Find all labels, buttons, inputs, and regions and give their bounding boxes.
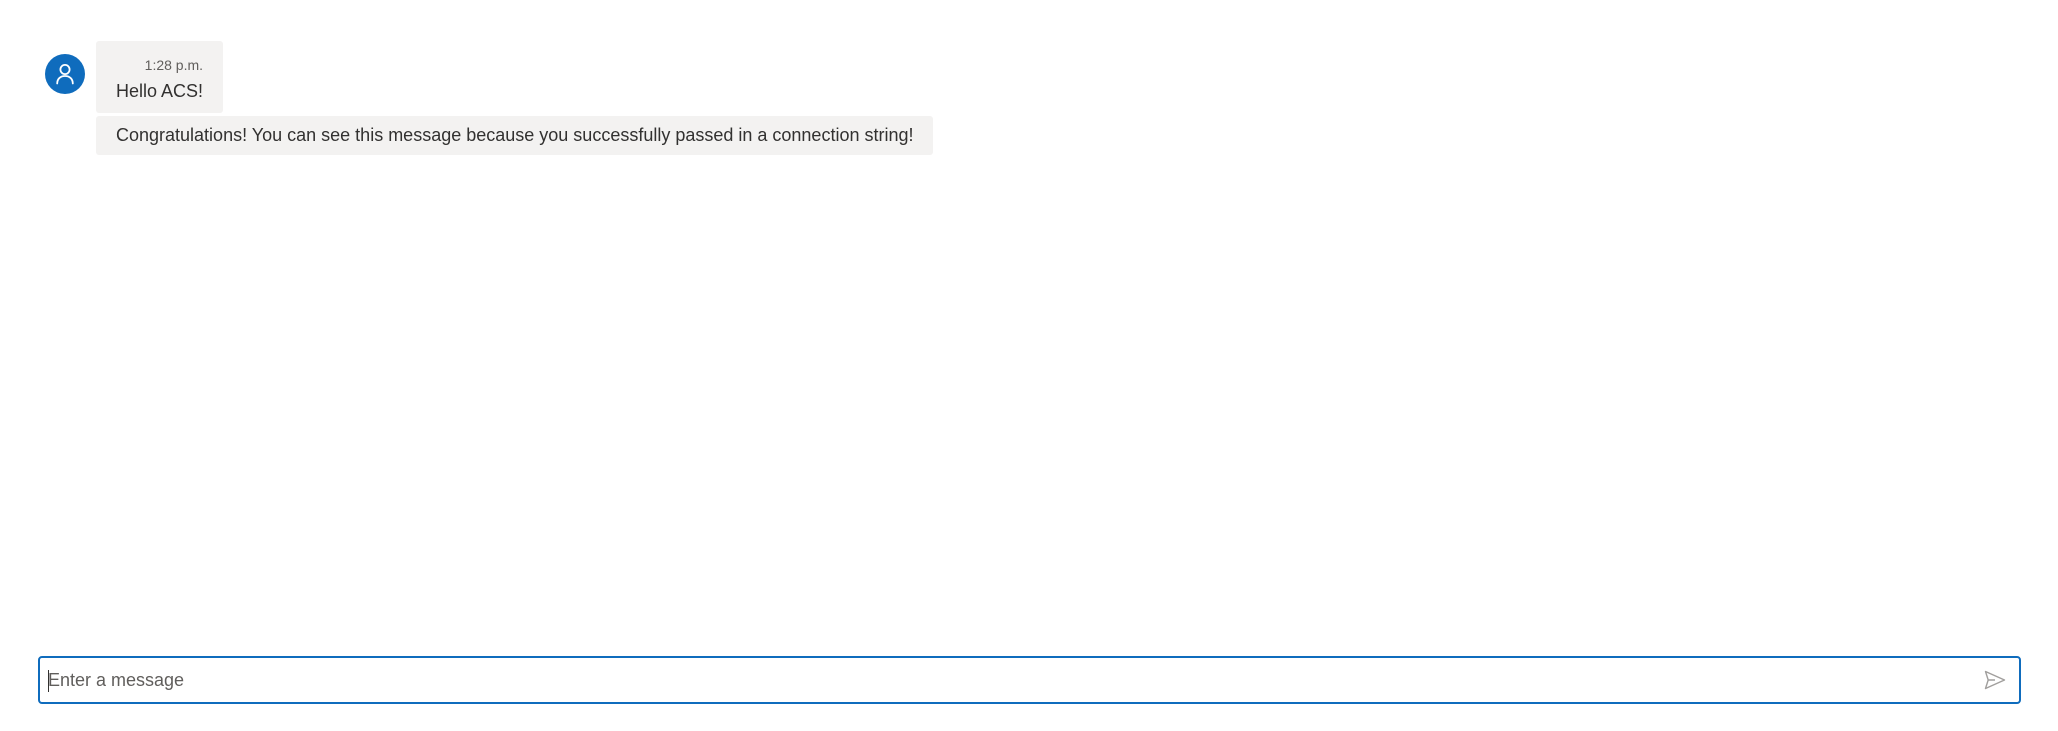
- message-input[interactable]: [40, 658, 1975, 702]
- person-icon: [56, 64, 74, 85]
- message-timestamp: 1:28 p.m.: [144, 57, 204, 73]
- message-composer: [38, 656, 2021, 704]
- chat-thread: 1:28 p.m. Hello ACS! Congratulations! Yo…: [0, 0, 2058, 731]
- chat-message[interactable]: 1:28 p.m. Hello ACS!: [96, 41, 224, 113]
- text-caret: [48, 670, 49, 692]
- avatar: [45, 54, 85, 94]
- chat-message[interactable]: Congratulations! You can see this messag…: [96, 116, 934, 155]
- message-text: Hello ACS!: [116, 81, 204, 101]
- send-button[interactable]: [1975, 660, 2015, 700]
- message-bubbles: 1:28 p.m. Hello ACS! Congratulations! Yo…: [96, 41, 934, 155]
- message-group: 1:28 p.m. Hello ACS! Congratulations! Yo…: [45, 41, 934, 155]
- message-text: Congratulations! You can see this messag…: [116, 125, 914, 145]
- send-icon: [1984, 670, 2006, 690]
